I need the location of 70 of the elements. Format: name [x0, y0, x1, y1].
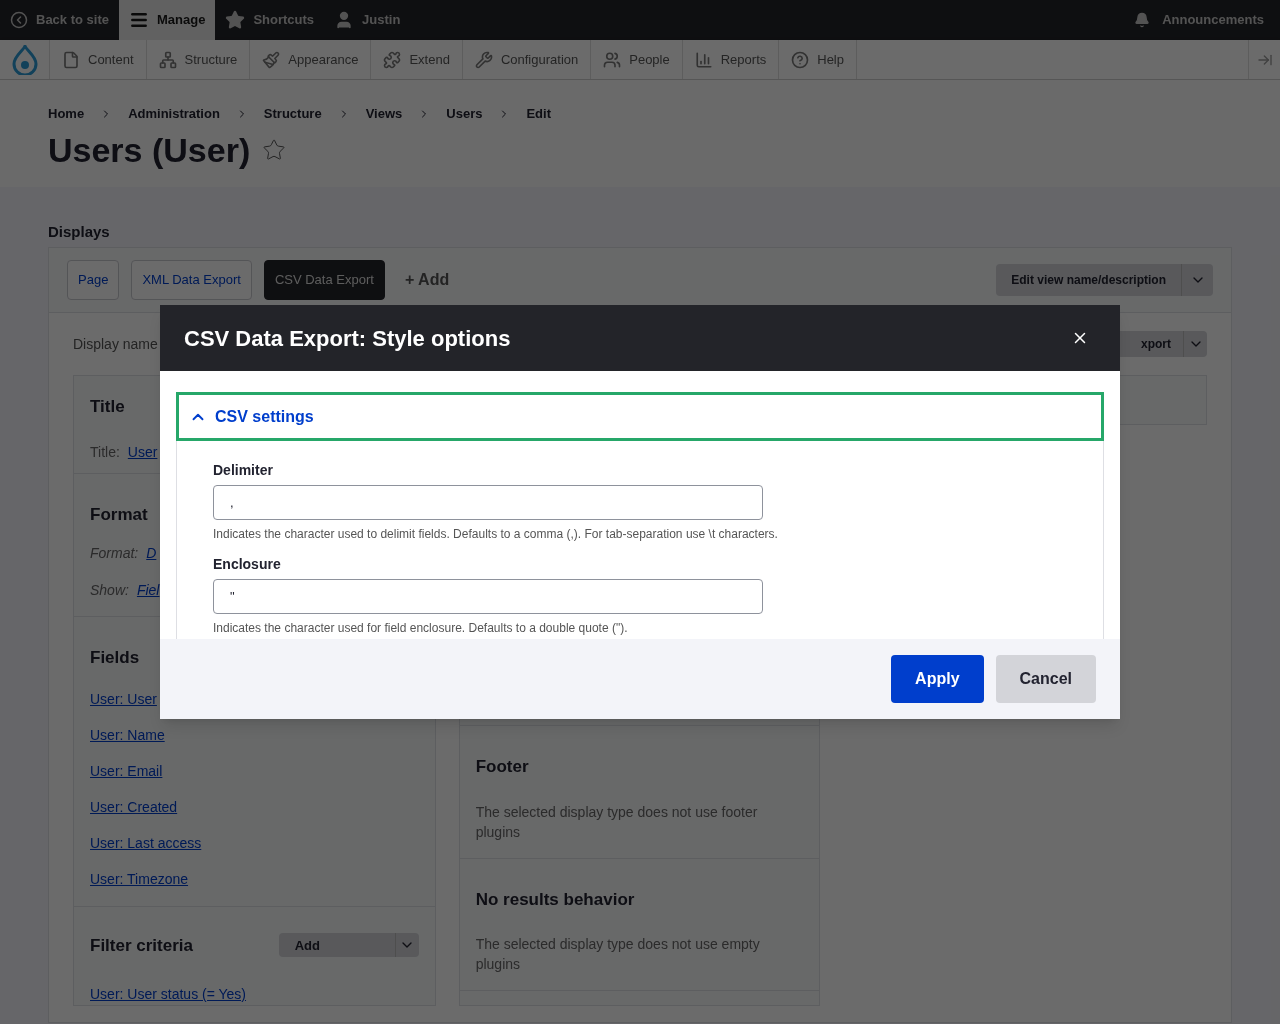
setting-link[interactable]: User: [127, 441, 158, 463]
admin-menu-item[interactable]: People: [591, 40, 683, 79]
section-text: The selected display type does not use footer plugins: [475, 802, 759, 842]
add-display-button[interactable]: + Add: [404, 268, 450, 292]
setting-link[interactable]: D: [146, 543, 157, 564]
toolbar-tab[interactable]: Shortcuts: [215, 0, 325, 40]
display-name-label: Display name: [73, 334, 158, 354]
back-icon: [10, 11, 28, 29]
section-heading: Fields: [90, 647, 140, 669]
admin-menu-item[interactable]: Structure: [146, 40, 251, 79]
field-link[interactable]: User: Name: [90, 724, 419, 746]
breadcrumb-link[interactable]: Views: [365, 104, 403, 124]
star-icon[interactable]: [262, 137, 287, 162]
help-icon: [791, 50, 810, 69]
modal-title: CSV Data Export: Style options: [184, 324, 511, 353]
puzzle-icon: [383, 50, 402, 69]
field-link[interactable]: User: Last access: [90, 832, 419, 854]
admin-menu-item[interactable]: Content: [50, 40, 147, 79]
page-title: Users (User): [48, 129, 251, 170]
input-field[interactable]: ,: [213, 485, 763, 520]
section-heading: Format: [90, 503, 148, 526]
admin-menu-item[interactable]: Extend: [371, 40, 463, 79]
display-tab[interactable]: CSV Data Export: [263, 260, 385, 300]
admin-menu-item[interactable]: Reports: [682, 40, 780, 79]
field-label: Enclosure: [213, 555, 282, 574]
section-heading: Title: [90, 396, 125, 418]
filter-link[interactable]: User: User status (= Yes): [90, 984, 419, 1005]
setting-label: Title:: [90, 442, 120, 462]
breadcrumb-link[interactable]: Structure: [263, 104, 322, 124]
field-link[interactable]: User: Created: [90, 796, 419, 818]
structure-icon: [158, 50, 177, 69]
announcements-link[interactable]: Announcements: [1118, 0, 1280, 40]
wrench-icon: [474, 50, 493, 69]
admin-menu-item[interactable]: Help: [779, 40, 857, 79]
admin-menu-item[interactable]: Configuration: [462, 40, 592, 79]
display-tab[interactable]: XML Data Export: [131, 260, 252, 300]
display-tab[interactable]: Page: [67, 260, 120, 300]
input-field[interactable]: ": [213, 579, 763, 614]
chart-icon: [694, 50, 713, 69]
drupal-logo-icon[interactable]: [11, 44, 38, 75]
back-to-site-link[interactable]: Back to site: [0, 0, 119, 40]
field-label: Delimiter: [213, 461, 274, 480]
star-icon: [225, 10, 246, 30]
bell-icon: [1134, 12, 1151, 28]
breadcrumb-link[interactable]: Users: [446, 104, 483, 124]
toolbar-tab[interactable]: Justin: [324, 0, 411, 40]
setting-link[interactable]: Fiel: [136, 580, 160, 601]
breadcrumb-link[interactable]: Home: [48, 104, 85, 124]
breadcrumb-link[interactable]: Administration: [128, 104, 220, 124]
file-icon: [62, 50, 80, 69]
setting-label: Format:: [90, 544, 139, 563]
admin-menu-item[interactable]: Appearance: [250, 40, 372, 79]
brush-icon: [262, 50, 281, 69]
setting-label: Show:: [90, 581, 129, 600]
section-heading: Filter criteria: [90, 934, 193, 957]
field-link[interactable]: User: Timezone: [90, 868, 419, 890]
toolbar-tab[interactable]: Manage: [119, 0, 216, 40]
apply-button[interactable]: Apply: [891, 655, 984, 703]
menu-icon: [129, 10, 149, 30]
section-heading: Footer: [475, 756, 530, 778]
cancel-button[interactable]: Cancel: [995, 655, 1096, 703]
field-description: Indicates the character used to delimit fields. Defaults to a comma (,). For tab-separation use \t characters.: [213, 526, 779, 543]
people-icon: [603, 50, 622, 69]
field-description: Indicates the character used for field enclosure. Defaults to a double quote (").: [213, 620, 629, 637]
section-text: The selected display type does not use empty plugins: [475, 935, 761, 974]
breadcrumb-link[interactable]: Edit: [526, 104, 551, 124]
details-summary[interactable]: CSV settings: [176, 392, 1104, 441]
field-link[interactable]: User: Email: [90, 760, 419, 782]
displays-heading: Displays: [48, 221, 111, 242]
section-heading: No results behavior: [475, 888, 636, 911]
